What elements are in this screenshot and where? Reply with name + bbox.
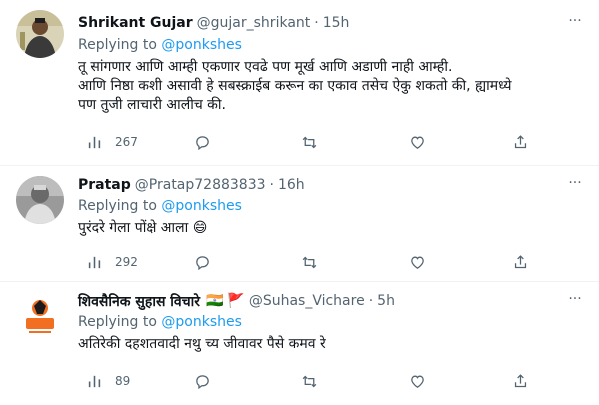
separator-dot: ·	[368, 293, 374, 309]
mention-link[interactable]: @ponkshes	[161, 198, 242, 214]
tweet-text: अतिरेकी दहशतवादी नथु च्य जीवावर पैसे कमव…	[78, 335, 585, 354]
replying-prefix: Replying to	[78, 37, 157, 53]
tweet-line: आणि निष्ठा कशी असावी हे सबस्क्राईब करून …	[78, 78, 512, 94]
saffron-flag-icon: 🚩	[227, 293, 245, 309]
tweet-header: Pratap @Pratap72883833 · 16h	[78, 175, 559, 195]
author-name[interactable]: शिवसैनिक सुहास विचारे	[78, 292, 200, 311]
reply-button[interactable]	[194, 252, 211, 272]
tweet-text: तू सांगणार आणि आम्ही एकणार एवढे पण मूर्ख…	[78, 58, 585, 115]
reply-icon	[196, 255, 209, 270]
timestamp[interactable]: 5h	[377, 293, 395, 309]
retweet-button[interactable]	[301, 371, 318, 391]
tweet-3[interactable]: शिवसैनिक सुहास विचारे 🇮🇳 🚩 @Suhas_Vichar…	[0, 282, 599, 405]
tweet-1[interactable]: Shrikant Gujar @gujar_shrikant · 15h ···…	[0, 0, 599, 166]
tweet-line: पण तुजी लाचारी आलीच की.	[78, 97, 226, 113]
heart-icon	[411, 136, 424, 149]
india-flag-icon: 🇮🇳	[205, 293, 224, 309]
heart-icon	[411, 375, 424, 388]
analytics-count: 267	[115, 135, 138, 149]
emoji: 😄	[192, 220, 208, 236]
share-button[interactable]	[512, 252, 529, 272]
analytics-icon	[88, 136, 101, 148]
tweet-actions: 267	[78, 132, 559, 152]
analytics-button[interactable]: 292	[86, 252, 138, 272]
timestamp[interactable]: 16h	[278, 177, 305, 193]
replying-prefix: Replying to	[78, 314, 157, 330]
share-button[interactable]	[512, 371, 529, 391]
author-handle[interactable]: @gujar_shrikant	[197, 15, 311, 31]
reply-button[interactable]	[194, 371, 211, 391]
tweet-actions: 89	[78, 371, 559, 391]
tweet-2[interactable]: Pratap @Pratap72883833 · 16h ··· Replyin…	[0, 166, 599, 282]
share-icon	[514, 254, 527, 268]
author-handle[interactable]: @Suhas_Vichare	[249, 293, 365, 309]
share-icon	[514, 134, 527, 148]
author-handle[interactable]: @Pratap72883833	[135, 177, 266, 193]
share-icon	[514, 373, 527, 387]
more-options-icon[interactable]: ···	[565, 176, 585, 196]
shivsena-logo-icon	[16, 292, 64, 340]
replying-to: Replying to @ponkshes	[78, 314, 242, 330]
avatar-image	[16, 176, 64, 224]
avatar[interactable]	[16, 10, 64, 58]
author-name[interactable]: Shrikant Gujar	[78, 15, 193, 31]
heart-icon	[411, 256, 424, 269]
analytics-icon	[88, 375, 101, 387]
author-name[interactable]: Pratap	[78, 177, 131, 193]
mention-link[interactable]: @ponkshes	[161, 314, 242, 330]
reply-icon	[196, 135, 209, 150]
share-button[interactable]	[512, 132, 529, 152]
analytics-button[interactable]: 89	[86, 371, 130, 391]
reply-icon	[196, 374, 209, 389]
avatar-image	[16, 10, 64, 58]
reply-button[interactable]	[194, 132, 211, 152]
like-button[interactable]	[409, 132, 426, 152]
tweet-line: तू सांगणार आणि आम्ही एकणार एवढे पण मूर्ख…	[78, 59, 453, 75]
retweet-icon	[302, 375, 317, 387]
like-button[interactable]	[409, 252, 426, 272]
tweet-header: शिवसैनिक सुहास विचारे 🇮🇳 🚩 @Suhas_Vichar…	[78, 291, 559, 311]
analytics-count: 89	[115, 374, 131, 388]
retweet-icon	[302, 256, 317, 268]
tweet-line: अतिरेकी दहशतवादी नथु च्य जीवावर पैसे कमव…	[78, 336, 326, 352]
replying-to: Replying to @ponkshes	[78, 37, 242, 53]
replying-to: Replying to @ponkshes	[78, 198, 242, 214]
retweet-button[interactable]	[301, 132, 318, 152]
like-button[interactable]	[409, 371, 426, 391]
tweet-line: पुरंदरे गेला पोंक्षे आला	[78, 220, 189, 236]
retweet-icon	[302, 136, 317, 148]
tweet-text: पुरंदरे गेला पोंक्षे आला 😄	[78, 219, 585, 238]
separator-dot: ·	[269, 177, 274, 193]
analytics-icon	[88, 256, 101, 268]
more-options-icon[interactable]: ···	[565, 14, 585, 34]
separator-dot: ·	[314, 15, 319, 31]
more-options-icon[interactable]: ···	[565, 292, 585, 312]
avatar[interactable]	[16, 292, 64, 340]
analytics-button[interactable]: 267	[86, 132, 138, 152]
tweet-actions: 292	[78, 252, 559, 272]
avatar[interactable]	[16, 176, 64, 224]
analytics-count: 292	[115, 255, 138, 269]
replying-prefix: Replying to	[78, 198, 157, 214]
timestamp[interactable]: 15h	[323, 15, 350, 31]
retweet-button[interactable]	[301, 252, 318, 272]
mention-link[interactable]: @ponkshes	[161, 37, 242, 53]
tweet-header: Shrikant Gujar @gujar_shrikant · 15h	[78, 13, 559, 33]
